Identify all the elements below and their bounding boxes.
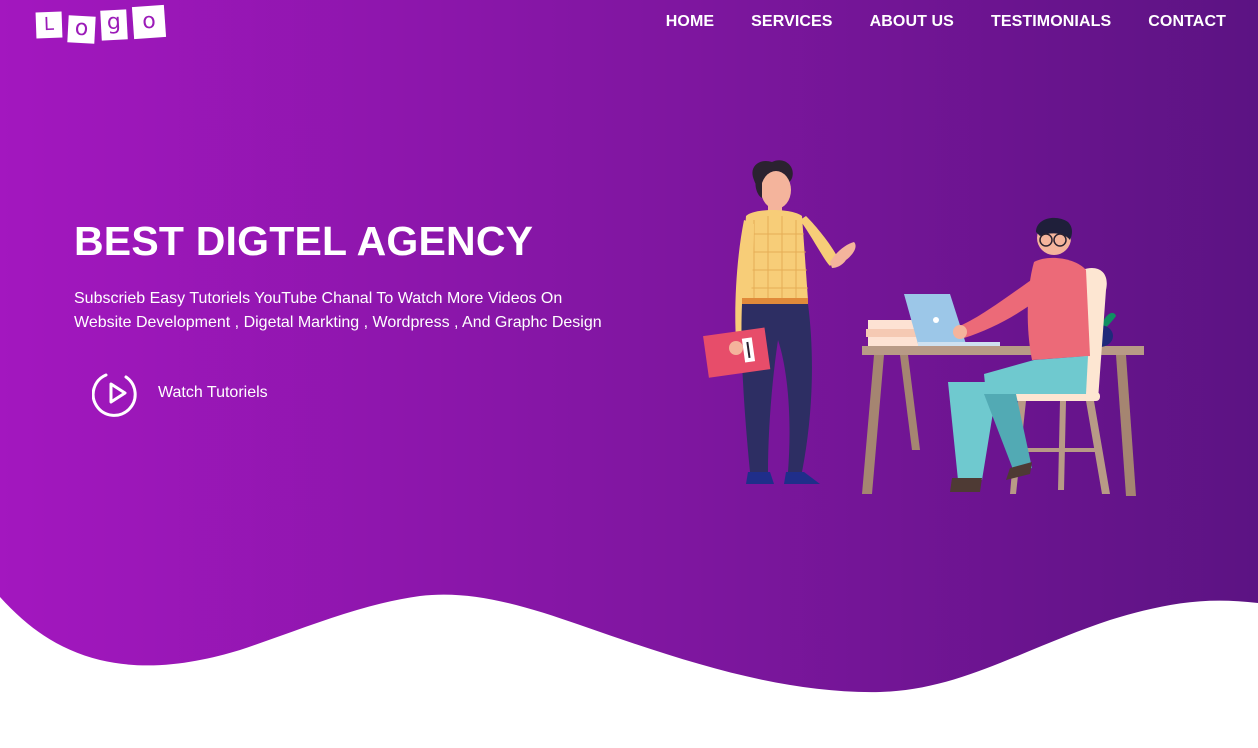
logo[interactable]: L o g o [35,4,167,44]
office-illustration [703,160,1144,496]
logo-tile: g [100,9,128,41]
nav-home[interactable]: HOME [666,12,714,32]
hero-subtitle-line: Website Development , Digetal Markting ,… [74,314,602,331]
nav-about-us[interactable]: ABOUT US [870,12,954,32]
nav-services[interactable]: SERVICES [751,12,832,32]
standing-person [703,160,856,484]
hero-subtitle-line: Subscrieb Easy Tutoriels YouTube Chanal … [74,290,563,307]
logo-tile: o [67,15,96,44]
logo-tile: L [35,11,63,39]
logo-tile: o [131,4,167,40]
hero-title: BEST DIGTEL AGENCY [74,218,534,264]
hero-section: L o g o HOME SERVICES ABOUT US TESTIMONI… [0,0,1258,748]
main-nav: HOME SERVICES ABOUT US TESTIMONIALS CONT… [666,12,1226,32]
nav-testimonials[interactable]: TESTIMONIALS [991,12,1111,32]
play-circle-icon[interactable] [91,369,140,417]
watch-tutorials-label[interactable]: Watch Tutoriels [158,383,268,403]
nav-contact[interactable]: CONTACT [1148,12,1226,32]
hero-subtitle: Subscrieb Easy Tutoriels YouTube Chanal … [74,287,634,335]
watch-tutorials-button[interactable]: Watch Tutoriels [91,369,268,417]
